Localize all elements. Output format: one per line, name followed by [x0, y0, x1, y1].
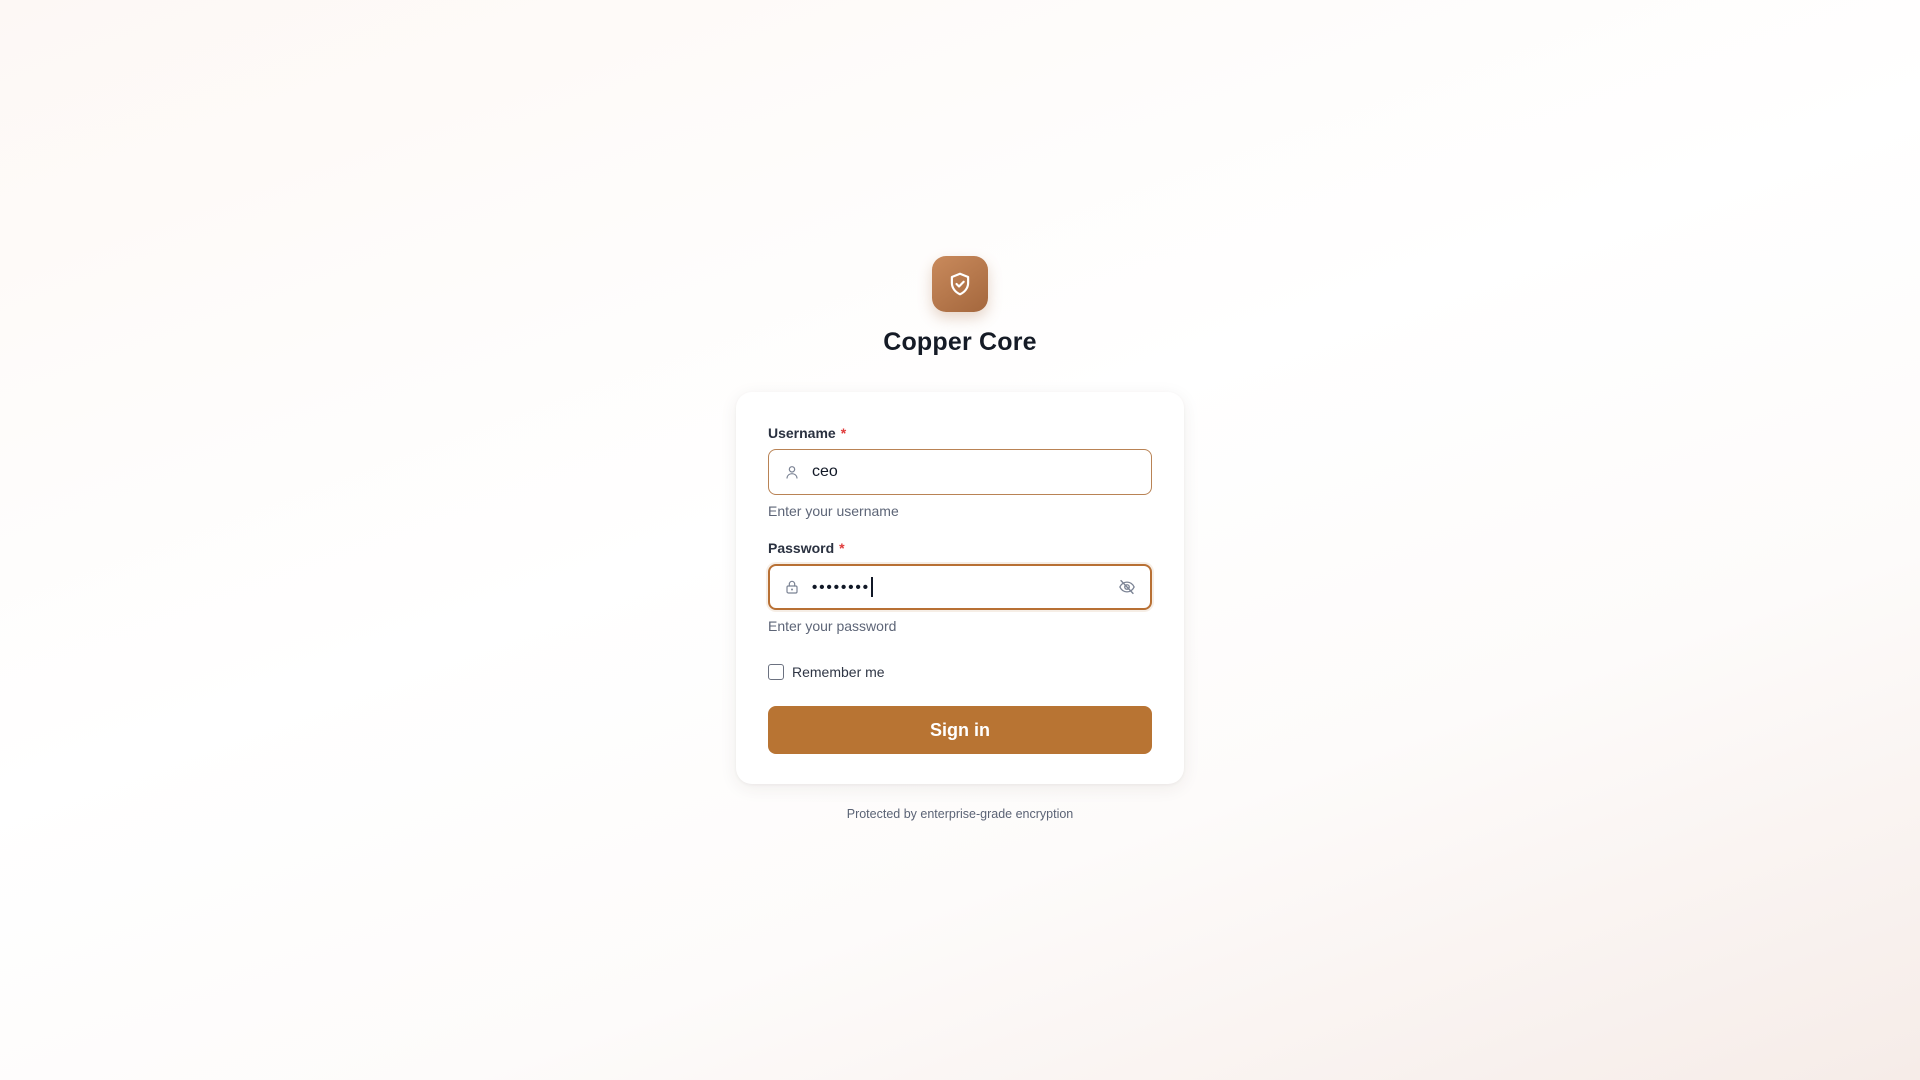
remember-me-checkbox[interactable] — [768, 664, 784, 680]
login-page: Copper Core Username * ceo Enter your us… — [0, 0, 1920, 1080]
password-label: Password * — [768, 539, 1152, 557]
required-marker: * — [839, 540, 845, 556]
brand-header: Copper Core — [0, 256, 1920, 357]
username-label-text: Username — [768, 425, 836, 441]
password-hint: Enter your password — [768, 618, 897, 634]
required-marker: * — [840, 425, 847, 441]
username-field[interactable]: ceo — [768, 449, 1152, 495]
toggle-password-visibility-button[interactable] — [1117, 577, 1137, 597]
password-masked-value: •••••••• — [812, 578, 871, 596]
password-label-text: Password — [768, 540, 835, 556]
security-footnote: Protected by enterprise-grade encryption — [846, 807, 1074, 821]
sign-in-button[interactable]: Sign in — [768, 706, 1152, 754]
app-name: Copper Core — [883, 328, 1037, 356]
username-input[interactable]: ceo — [812, 463, 1137, 481]
password-input[interactable]: •••••••• — [812, 577, 1117, 597]
username-hint: Enter your username — [768, 503, 899, 519]
username-label: Username * — [768, 424, 1152, 442]
user-icon — [783, 463, 801, 481]
remember-me-label[interactable]: Remember me — [792, 664, 885, 680]
app-logo — [932, 256, 988, 312]
login-card: Username * ceo Enter your username Passw… — [736, 392, 1184, 784]
eye-off-icon — [1119, 579, 1135, 595]
text-caret — [871, 577, 873, 597]
lock-icon — [783, 578, 801, 596]
remember-me-row: Remember me — [768, 662, 1152, 682]
password-field[interactable]: •••••••• — [768, 564, 1152, 610]
shield-check-icon — [950, 272, 970, 296]
